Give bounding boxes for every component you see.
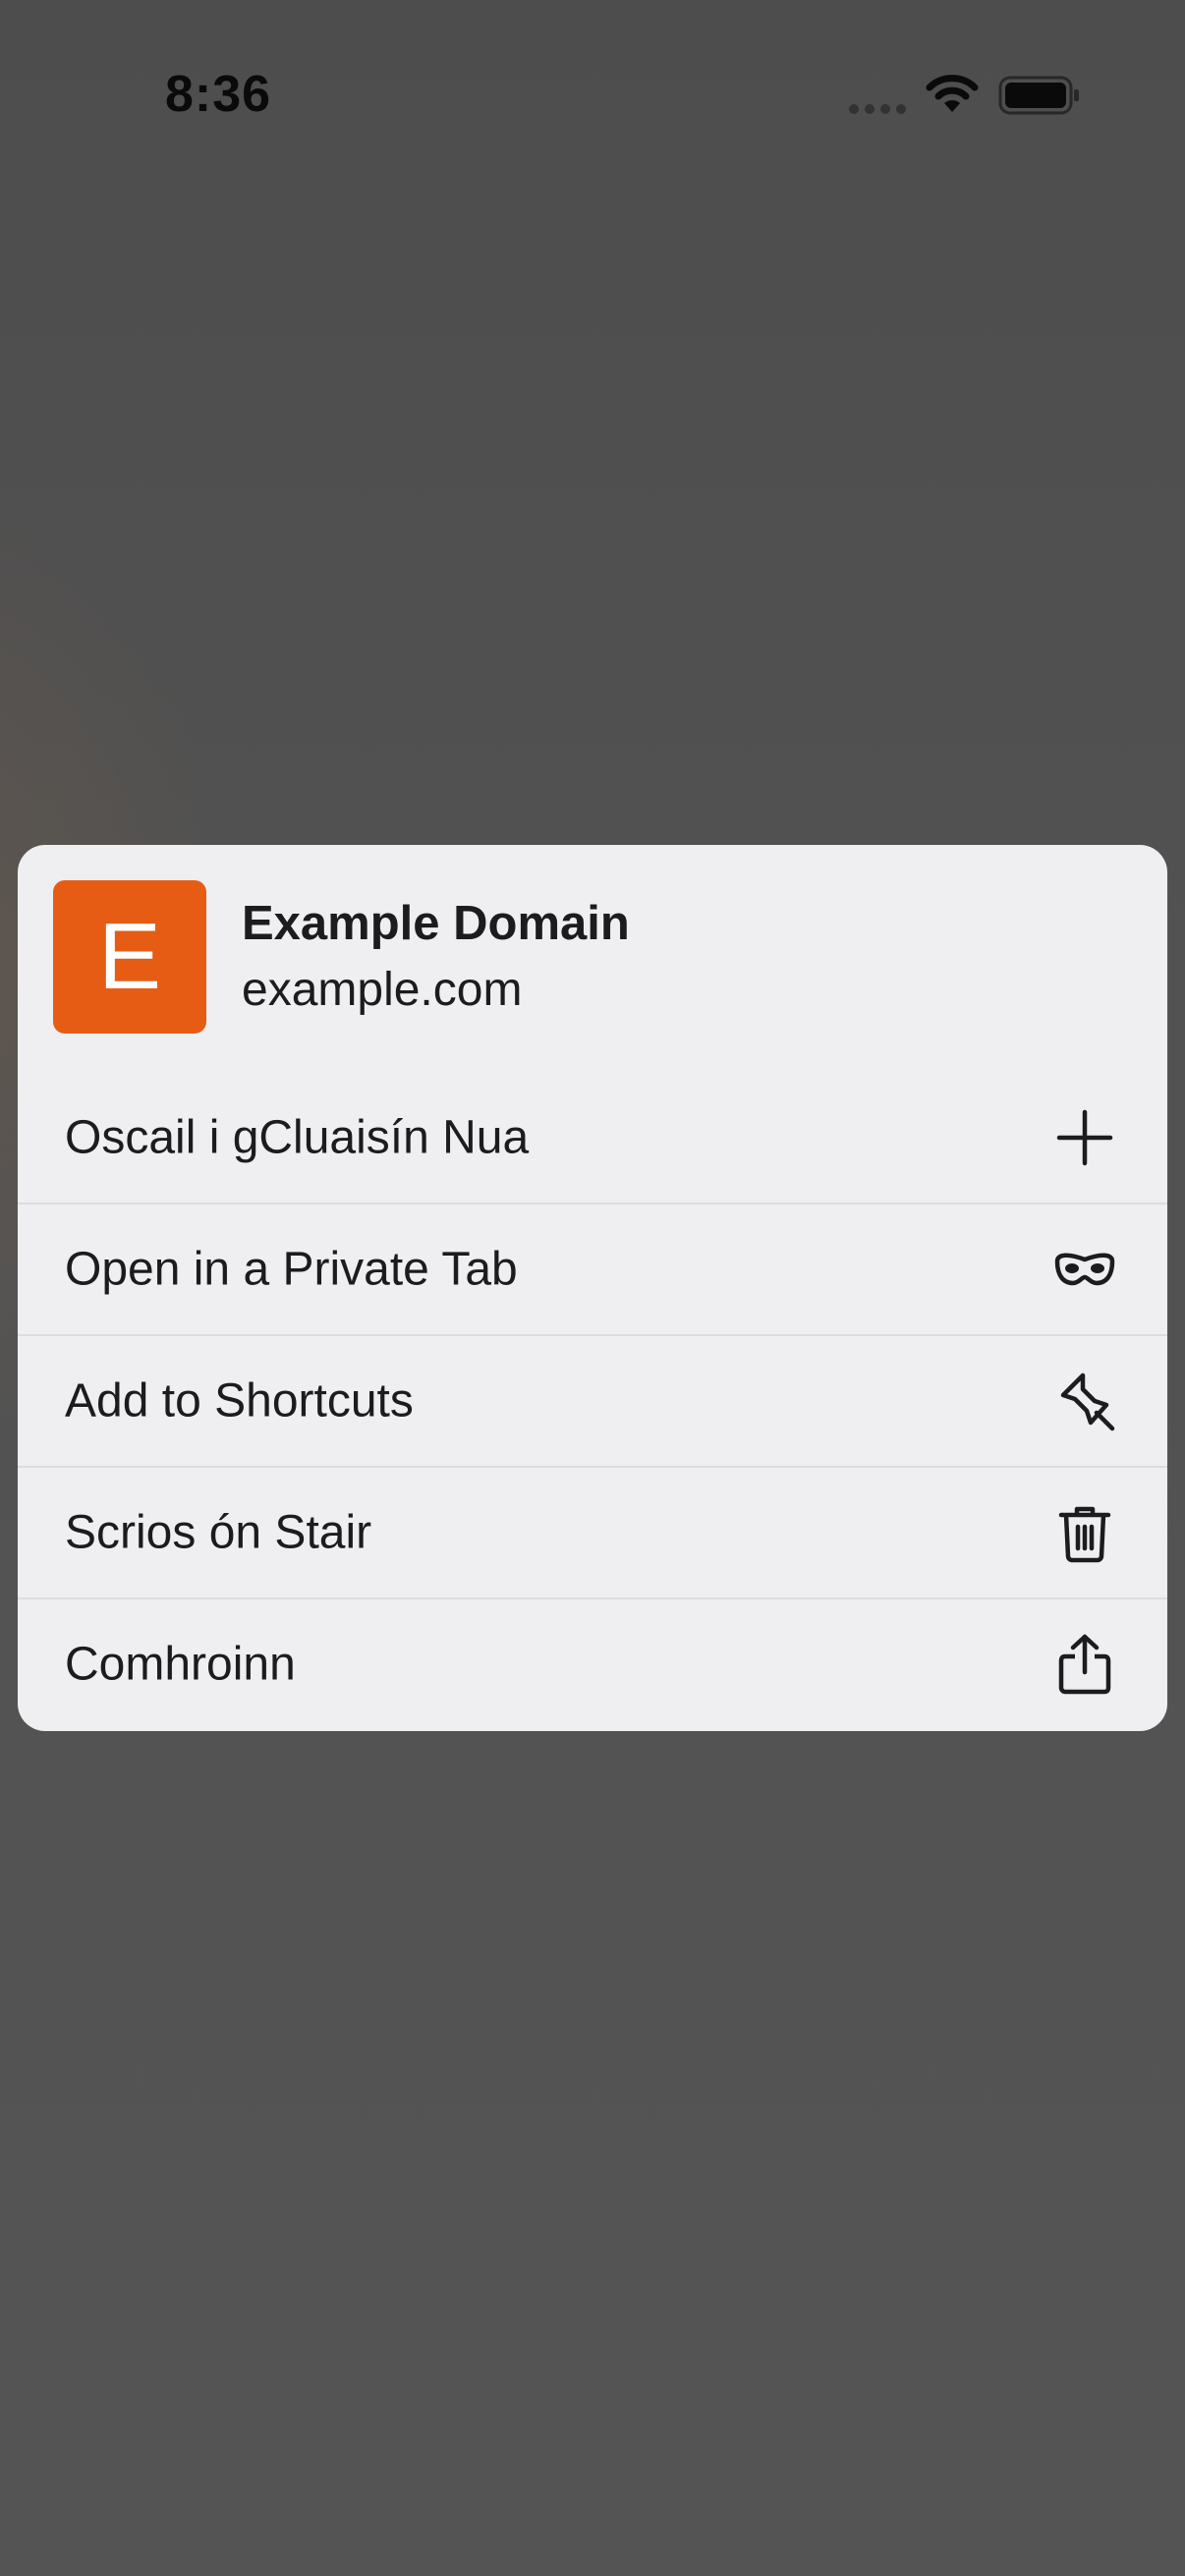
preview-title: Example Domain [242,897,630,950]
menu-list: Oscail i gCluaisín Nua Open in a Private… [18,1073,1167,1729]
cellular-signal-icon [849,104,908,114]
share-icon [1053,1633,1116,1696]
battery-icon [998,75,1081,116]
trash-icon [1053,1501,1116,1564]
wifi-icon [924,73,981,116]
private-mask-icon [1053,1238,1116,1301]
menu-item-label: Oscail i gCluaisín Nua [65,1111,530,1164]
menu-item-share[interactable]: Comhroinn [18,1597,1167,1729]
preview-url: example.com [242,964,523,1016]
menu-item-label: Add to Shortcuts [65,1374,414,1428]
menu-item-label: Comhroinn [65,1638,296,1691]
context-menu: E Example Domain example.com Oscail i gC… [18,845,1167,1731]
pin-icon [1053,1370,1116,1432]
menu-item-label: Scrios ón Stair [65,1506,372,1559]
menu-item-open-private-tab[interactable]: Open in a Private Tab [18,1203,1167,1334]
status-bar: 8:36 [0,0,1185,147]
link-preview[interactable]: E Example Domain example.com [18,845,1167,1073]
menu-item-add-shortcut[interactable]: Add to Shortcuts [18,1334,1167,1466]
site-favicon: E [53,880,206,1034]
plus-icon [1053,1106,1116,1169]
menu-item-label: Open in a Private Tab [65,1243,518,1296]
menu-item-delete-history[interactable]: Scrios ón Stair [18,1466,1167,1597]
menu-item-open-new-tab[interactable]: Oscail i gCluaisín Nua [18,1073,1167,1203]
status-time: 8:36 [165,66,272,123]
